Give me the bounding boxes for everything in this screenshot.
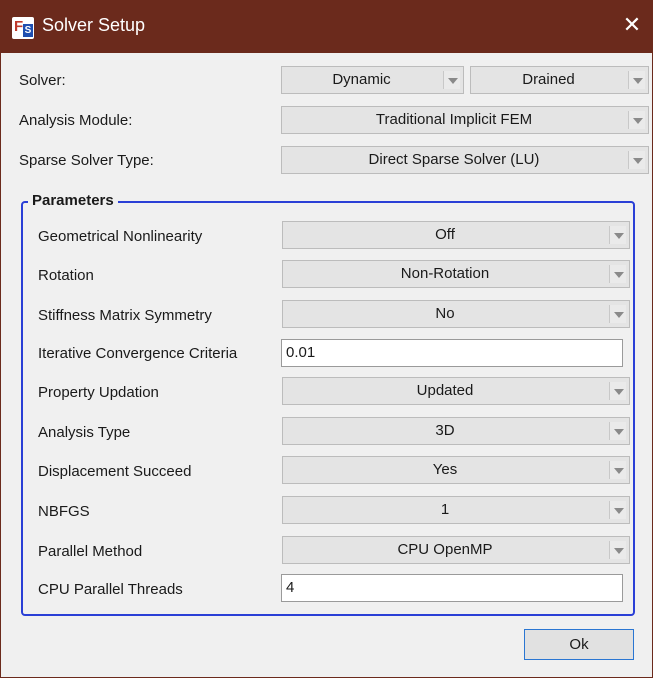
title-bar[interactable]: F S Solver Setup ✕: [1, 1, 652, 53]
nbfgs-label: NBFGS: [38, 503, 90, 520]
chevron-down-icon: [443, 71, 460, 89]
stiffness-matrix-symmetry-value: No: [435, 305, 455, 322]
parallel-method-dropdown[interactable]: CPU OpenMP: [282, 536, 630, 564]
sparse-solver-type-value: Direct Sparse Solver (LU): [368, 151, 540, 168]
rotation-value: Non-Rotation: [400, 265, 490, 282]
cpu-parallel-threads-label: CPU Parallel Threads: [38, 581, 183, 598]
iterative-convergence-criteria-input[interactable]: 0.01: [281, 339, 623, 367]
solver-type-dropdown[interactable]: Dynamic: [281, 66, 464, 94]
displacement-succeed-dropdown[interactable]: Yes: [282, 456, 630, 484]
geometrical-nonlinearity-value: Off: [435, 226, 455, 243]
stiffness-matrix-symmetry-label: Stiffness Matrix Symmetry: [38, 307, 212, 324]
rotation-label: Rotation: [38, 267, 94, 284]
close-icon[interactable]: ✕: [620, 13, 644, 37]
dialog-title: Solver Setup: [42, 15, 146, 35]
chevron-down-icon: [628, 71, 645, 89]
analysis-module-label: Analysis Module:: [19, 112, 133, 129]
chevron-down-icon: [609, 305, 626, 323]
solver-drainage-dropdown[interactable]: Drained: [470, 66, 649, 94]
parallel-method-label: Parallel Method: [38, 543, 143, 560]
ok-button[interactable]: Ok: [524, 629, 634, 660]
sparse-solver-type-dropdown[interactable]: Direct Sparse Solver (LU): [281, 146, 649, 174]
sparse-solver-type-label: Sparse Solver Type:: [19, 152, 154, 169]
analysis-module-dropdown[interactable]: Traditional Implicit FEM: [281, 106, 649, 134]
chevron-down-icon: [609, 501, 626, 519]
rotation-dropdown[interactable]: Non-Rotation: [282, 260, 630, 288]
solver-label: Solver:: [19, 72, 66, 89]
nbfgs-value: 1: [440, 501, 450, 518]
displacement-succeed-label: Displacement Succeed: [38, 463, 192, 480]
nbfgs-dropdown[interactable]: 1: [282, 496, 630, 524]
app-icon-letter-s: S: [23, 24, 33, 37]
geometrical-nonlinearity-dropdown[interactable]: Off: [282, 221, 630, 249]
app-icon-letter-f: F: [14, 18, 24, 35]
chevron-down-icon: [628, 151, 645, 169]
chevron-down-icon: [609, 382, 626, 400]
solver-setup-dialog: F S Solver Setup ✕ Solver: Dynamic Drain…: [0, 0, 653, 678]
iterative-convergence-criteria-label: Iterative Convergence Criteria: [38, 345, 238, 362]
solver-type-value: Dynamic: [332, 71, 391, 88]
property-updation-value: Updated: [416, 382, 474, 399]
chevron-down-icon: [609, 265, 626, 283]
analysis-type-label: Analysis Type: [38, 424, 131, 441]
displacement-succeed-value: Yes: [432, 461, 458, 478]
analysis-type-dropdown[interactable]: 3D: [282, 417, 630, 445]
solver-drainage-value: Drained: [522, 71, 575, 88]
chevron-down-icon: [609, 226, 626, 244]
property-updation-dropdown[interactable]: Updated: [282, 377, 630, 405]
cpu-parallel-threads-input[interactable]: 4: [281, 574, 623, 602]
geometrical-nonlinearity-label: Geometrical Nonlinearity: [38, 228, 203, 245]
chevron-down-icon: [609, 541, 626, 559]
app-icon: F S: [12, 17, 34, 39]
analysis-module-value: Traditional Implicit FEM: [375, 111, 533, 128]
parallel-method-value: CPU OpenMP: [397, 541, 493, 558]
property-updation-label: Property Updation: [38, 384, 159, 401]
stiffness-matrix-symmetry-dropdown[interactable]: No: [282, 300, 630, 328]
chevron-down-icon: [628, 111, 645, 129]
analysis-type-value: 3D: [435, 422, 455, 439]
chevron-down-icon: [609, 461, 626, 479]
chevron-down-icon: [609, 422, 626, 440]
parameters-group-title: Parameters: [28, 192, 118, 209]
